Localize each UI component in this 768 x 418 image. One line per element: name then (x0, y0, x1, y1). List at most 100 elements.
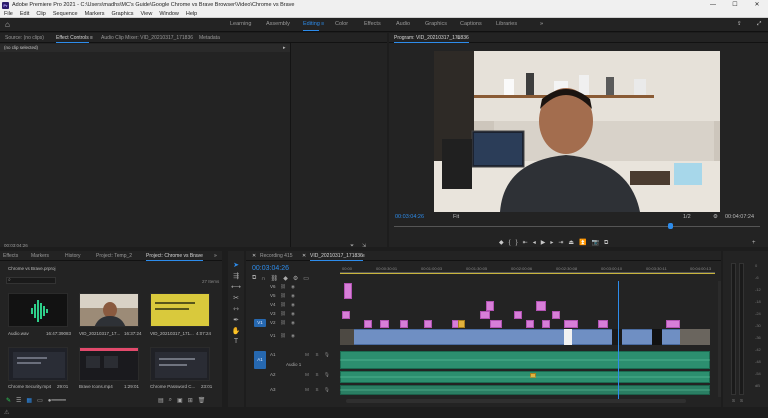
video-clip[interactable] (480, 311, 490, 319)
home-icon[interactable]: ⌂ (5, 20, 15, 30)
workspace-libraries[interactable]: Libraries (496, 21, 517, 27)
pencil-icon[interactable]: ✎ (6, 397, 11, 404)
linked-selection-icon[interactable]: ⛓ (271, 275, 279, 282)
video-clip[interactable] (666, 320, 680, 328)
add-marker-icon[interactable]: ◆ (283, 275, 288, 282)
extract-icon[interactable]: ⏫ (579, 240, 591, 246)
program-video-frame[interactable] (434, 51, 720, 212)
sync-lock-icon[interactable]: ⛓ (280, 320, 286, 326)
program-timecode[interactable]: 00:03:04:26 (395, 214, 424, 220)
slip-tool-icon[interactable]: ⇿ (231, 305, 241, 313)
source-patch-a1[interactable]: A1 (254, 351, 266, 369)
new-item-icon[interactable]: ⊞ (188, 397, 193, 404)
solo-right-button[interactable]: S (740, 398, 743, 403)
quality-dropdown[interactable]: 1/2 (683, 214, 691, 220)
timeline-vertical-scrollbar[interactable] (718, 281, 721, 397)
tab-sequence[interactable]: VID_20210317_171836 (310, 253, 363, 261)
v1-black-clip[interactable] (612, 329, 622, 345)
mute-button[interactable]: M (304, 372, 310, 378)
go-to-in-icon[interactable]: ⇤ (523, 240, 533, 246)
workspace-color[interactable]: Color (335, 21, 348, 27)
add-button-icon[interactable]: + (752, 240, 756, 246)
hand-tool-icon[interactable]: ✋ (231, 327, 241, 335)
go-to-out-icon[interactable]: ⇥ (558, 240, 568, 246)
solo-button[interactable]: S (314, 372, 320, 378)
toggle-output-eye-icon[interactable]: ◉ (290, 293, 296, 299)
play-icon[interactable]: ▶ (541, 240, 551, 246)
solo-button[interactable]: S (314, 387, 320, 393)
v1-white-clip[interactable] (564, 329, 572, 345)
video-clip[interactable] (490, 320, 502, 328)
sync-lock-icon[interactable]: ⛓ (280, 311, 286, 317)
tab-recording-415[interactable]: Recording 415 (260, 253, 293, 259)
filter-icon[interactable]: ⏷ (350, 243, 354, 249)
toggle-output-eye-icon[interactable]: ◉ (290, 320, 296, 326)
captions-icon[interactable]: ▭ (303, 275, 309, 282)
toggle-output-eye-icon[interactable]: ◉ (290, 284, 296, 290)
workspace-editing[interactable]: Editing (303, 21, 320, 27)
export-frame-icon[interactable]: ⇲ (362, 243, 366, 249)
video-clip[interactable] (564, 320, 578, 328)
new-bin-icon[interactable]: ▣ (177, 397, 183, 404)
timeline-tracks-area[interactable] (340, 281, 715, 399)
tab-project-chrome-vs-brave[interactable]: Project: Chrome vs Brave (146, 253, 203, 261)
timeline-ruler[interactable]: 00:00 00:00:30:01 00:01:00:03 00:01:30:0… (340, 265, 715, 275)
panel-overflow-icon[interactable]: » (214, 253, 217, 259)
tab-audio-clip-mixer[interactable]: Audio Clip Mixer: VID_20210317_171836 (101, 35, 193, 41)
pen-tool-icon[interactable]: ✒ (231, 316, 241, 324)
workspace-assembly[interactable]: Assembly (266, 21, 290, 27)
sync-lock-icon[interactable]: ⛓ (280, 333, 286, 339)
record-mic-icon[interactable]: 🎙 (324, 387, 330, 393)
fit-dropdown[interactable]: Fit (453, 214, 459, 220)
workspace-effects[interactable]: Effects (364, 21, 381, 27)
close-tab-icon[interactable]: ✕ (302, 253, 306, 259)
playhead-marker[interactable] (668, 223, 673, 229)
thumbnail-chrome-password[interactable] (150, 347, 210, 381)
video-clip[interactable] (514, 311, 522, 319)
thumbnail-chrome-security[interactable] (8, 347, 68, 381)
tab-source[interactable]: Source: (no clips) (5, 35, 44, 41)
selection-tool-icon[interactable]: ➤ (231, 261, 241, 269)
zoom-slider-icon[interactable]: ●━━━━ (48, 397, 66, 404)
video-clip[interactable] (342, 311, 350, 319)
record-mic-icon[interactable]: 🎙 (324, 352, 330, 358)
toggle-output-eye-icon[interactable]: ◉ (290, 302, 296, 308)
menu-edit[interactable]: Edit (20, 11, 29, 17)
mark-in-icon[interactable]: { (509, 240, 516, 246)
video-clip[interactable] (364, 320, 372, 328)
toggle-output-eye-icon[interactable]: ◉ (290, 333, 296, 339)
delete-icon[interactable]: 🗑 (198, 397, 206, 404)
thumbnail-brave-icons[interactable] (79, 347, 139, 381)
tab-project-temp2[interactable]: Project: Temp_2 (96, 253, 132, 259)
mute-button[interactable]: M (304, 352, 310, 358)
timeline-timecode[interactable]: 00:03:04:26 (252, 265, 289, 272)
program-menu-icon[interactable]: ≡ (457, 35, 460, 41)
share-icon[interactable]: ⇪ (737, 21, 742, 27)
video-clip[interactable] (598, 320, 608, 328)
type-tool-icon[interactable]: T (231, 338, 241, 345)
timeline-horizontal-scrollbar[interactable] (346, 399, 686, 403)
wrench-icon[interactable]: ⚙ (293, 275, 298, 282)
freeform-view-icon[interactable]: ▭ (37, 397, 43, 404)
compare-icon[interactable]: ⧉ (604, 240, 613, 246)
workspace-learning[interactable]: Learning (230, 21, 251, 27)
add-marker-icon[interactable]: ◆ (499, 240, 509, 246)
fullscreen-icon[interactable]: ⤢ (757, 21, 761, 28)
workspace-menu-icon[interactable]: ≡ (321, 21, 324, 27)
tab-effect-controls[interactable]: Effect Controls (56, 35, 89, 43)
program-scrub-bar[interactable] (394, 226, 760, 227)
more-workspaces-icon[interactable]: » (540, 21, 543, 27)
menu-graphics[interactable]: Graphics (112, 11, 134, 17)
menu-clip[interactable]: Clip (36, 11, 45, 17)
ripple-edit-tool-icon[interactable]: ⟷ (231, 283, 241, 291)
menu-help[interactable]: Help (186, 11, 197, 17)
list-view-icon[interactable]: ☰ (16, 397, 21, 404)
video-clip[interactable] (536, 301, 546, 311)
sync-lock-icon[interactable]: ⛓ (280, 293, 286, 299)
nest-icon[interactable]: ⧉ (252, 275, 256, 282)
close-button[interactable]: ✕ (746, 0, 768, 10)
record-mic-icon[interactable]: 🎙 (324, 372, 330, 378)
tab-metadata[interactable]: Metadata (199, 35, 220, 41)
workspace-audio[interactable]: Audio (396, 21, 410, 27)
v1-black-clip[interactable] (652, 329, 662, 345)
